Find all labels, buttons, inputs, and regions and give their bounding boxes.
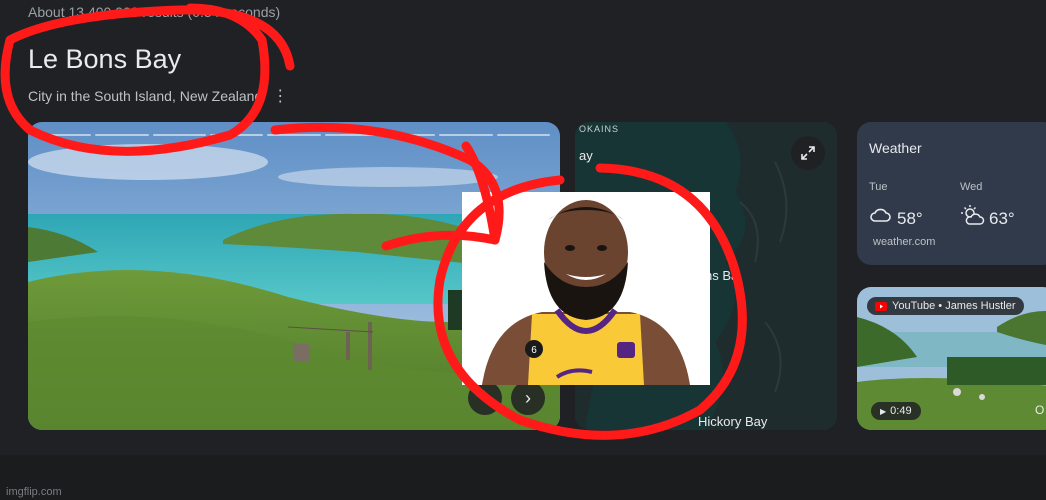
entity-subtitle: City in the South Island, New Zealand ⋮ — [28, 86, 288, 106]
svg-text:6: 6 — [531, 345, 537, 356]
pasted-person-photo: 6 — [462, 192, 710, 385]
carousel-segment — [439, 134, 493, 136]
youtube-badge-text: YouTube • James Hustler — [892, 300, 1016, 312]
video-duration: ▶ 0:49 — [871, 402, 921, 420]
watermark: imgflip.com — [6, 486, 62, 498]
chevron-right-icon[interactable]: › — [511, 381, 545, 415]
carousel-segment — [95, 134, 149, 136]
result-stats: About 13,400,000 results (0.34 seconds) — [28, 4, 281, 20]
weather-source[interactable]: weather.com — [873, 236, 935, 248]
weather-title: Weather — [869, 140, 922, 156]
youtube-badge: YouTube • James Hustler — [867, 297, 1024, 315]
carousel-progress — [38, 134, 550, 136]
video-card[interactable]: YouTube • James Hustler ▶ 0:49 O — [857, 287, 1046, 430]
bottom-bar — [0, 455, 1046, 500]
map-label-okains: OKAINS — [579, 124, 620, 134]
map-label-hickory-bay: Hickory Bay — [698, 414, 768, 429]
partly-cloudy-icon — [960, 204, 986, 231]
expand-icon[interactable] — [791, 136, 825, 170]
subtitle-text: City in the South Island, New Zealand — [28, 88, 263, 104]
duration-text: 0:49 — [890, 405, 912, 417]
carousel-segment — [267, 134, 321, 136]
chevron-left-icon[interactable]: ‹ — [468, 381, 502, 415]
more-vert-icon[interactable]: ⋮ — [272, 86, 288, 106]
weather-day-2: Wed — [960, 181, 983, 193]
cloud-icon — [869, 207, 891, 228]
carousel-segment — [496, 134, 550, 136]
carousel-segment — [209, 134, 264, 136]
carousel-segment — [324, 134, 378, 136]
carousel-segment — [38, 134, 92, 136]
next-video-edge: O — [1035, 403, 1045, 417]
youtube-icon — [875, 301, 887, 311]
carousel-segment — [381, 134, 436, 136]
weather-day-1: Tue — [869, 181, 888, 193]
page-title[interactable]: Le Bons Bay — [28, 44, 181, 75]
weather-temp-2: 63° — [989, 209, 1015, 228]
carousel-segment — [152, 134, 206, 136]
map-label-bay: ay — [579, 148, 593, 163]
weather-card[interactable]: Weather Tue 58° Wed 63° weather.com — [857, 122, 1046, 265]
weather-temp-1: 58° — [897, 209, 923, 228]
play-icon: ▶ — [880, 406, 887, 416]
